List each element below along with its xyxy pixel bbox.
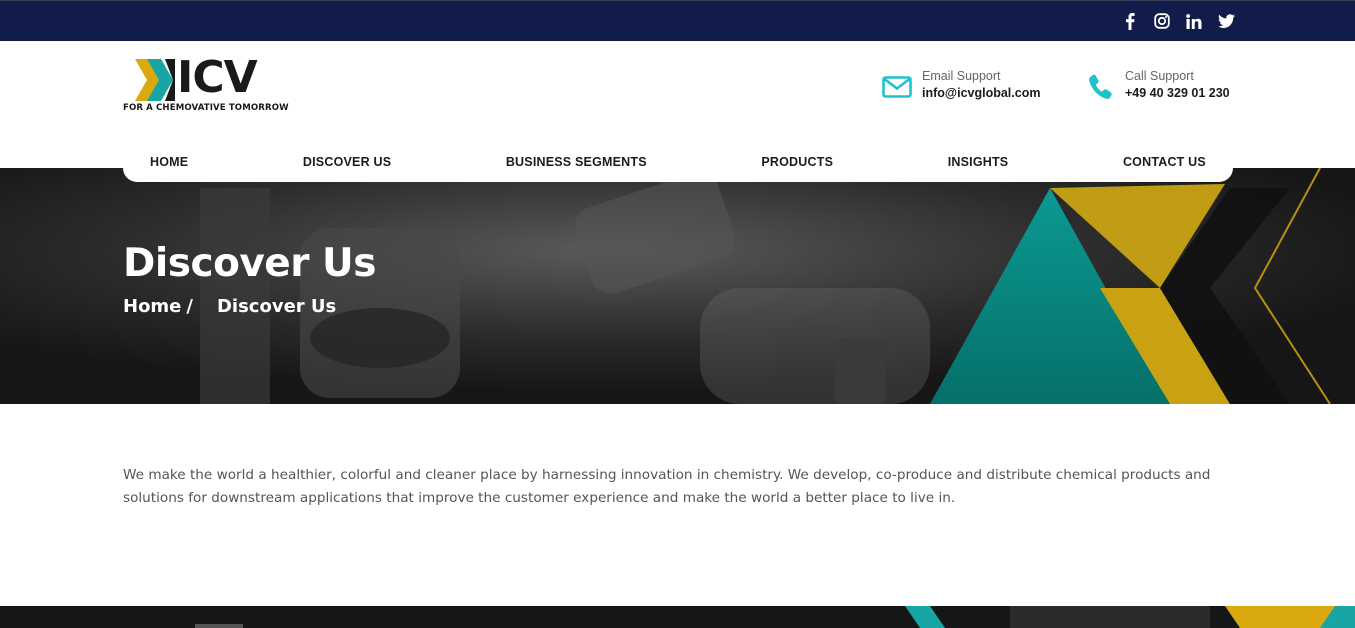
main-nav: HOME DISCOVER US BUSINESS SEGMENTS PRODU… xyxy=(123,141,1233,182)
breadcrumb-current: Discover Us xyxy=(216,296,337,317)
nav-insights[interactable]: INSIGHTS xyxy=(948,155,1009,169)
mail-icon xyxy=(880,70,914,104)
email-value[interactable]: info@icvglobal.com xyxy=(922,84,1040,102)
phone-icon xyxy=(1083,70,1117,104)
nav-products[interactable]: PRODUCTS xyxy=(761,155,833,169)
logo-wordmark: ICV xyxy=(177,52,258,103)
social-links xyxy=(1121,12,1235,30)
email-support[interactable]: Email Support info@icvglobal.com xyxy=(880,68,1040,104)
breadcrumb: Home / Discover Us xyxy=(123,296,336,317)
breadcrumb-separator: / xyxy=(186,296,193,317)
intro-paragraph: We make the world a healthier, colorful … xyxy=(123,467,1211,506)
next-section-banner xyxy=(0,606,1355,628)
nav-business-segments[interactable]: BUSINESS SEGMENTS xyxy=(506,155,647,169)
email-label: Email Support xyxy=(922,69,1001,83)
facebook-icon[interactable] xyxy=(1121,12,1139,30)
phone-value[interactable]: +49 40 329 01 230 xyxy=(1125,84,1230,102)
nav-discover-us[interactable]: DISCOVER US xyxy=(303,155,391,169)
linkedin-icon[interactable] xyxy=(1185,12,1203,30)
twitter-icon[interactable] xyxy=(1217,12,1235,30)
hero-background-image xyxy=(0,168,1355,404)
page-title: Discover Us xyxy=(123,241,376,286)
hero-banner: Discover Us Home / Discover Us xyxy=(0,168,1355,404)
phone-label: Call Support xyxy=(1125,69,1194,83)
nav-home[interactable]: HOME xyxy=(150,155,188,169)
top-bar xyxy=(0,0,1355,41)
site-logo[interactable]: ICV FOR A CHEMOVATIVE TOMORROW xyxy=(123,55,298,117)
instagram-icon[interactable] xyxy=(1153,12,1171,30)
section-decoration xyxy=(0,606,1355,628)
logo-tagline: FOR A CHEMOVATIVE TOMORROW xyxy=(123,103,289,113)
breadcrumb-home[interactable]: Home xyxy=(123,296,181,317)
call-support[interactable]: Call Support +49 40 329 01 230 xyxy=(1083,68,1230,104)
nav-contact-us[interactable]: CONTACT US xyxy=(1123,155,1206,169)
logo-mark-icon xyxy=(135,59,175,101)
